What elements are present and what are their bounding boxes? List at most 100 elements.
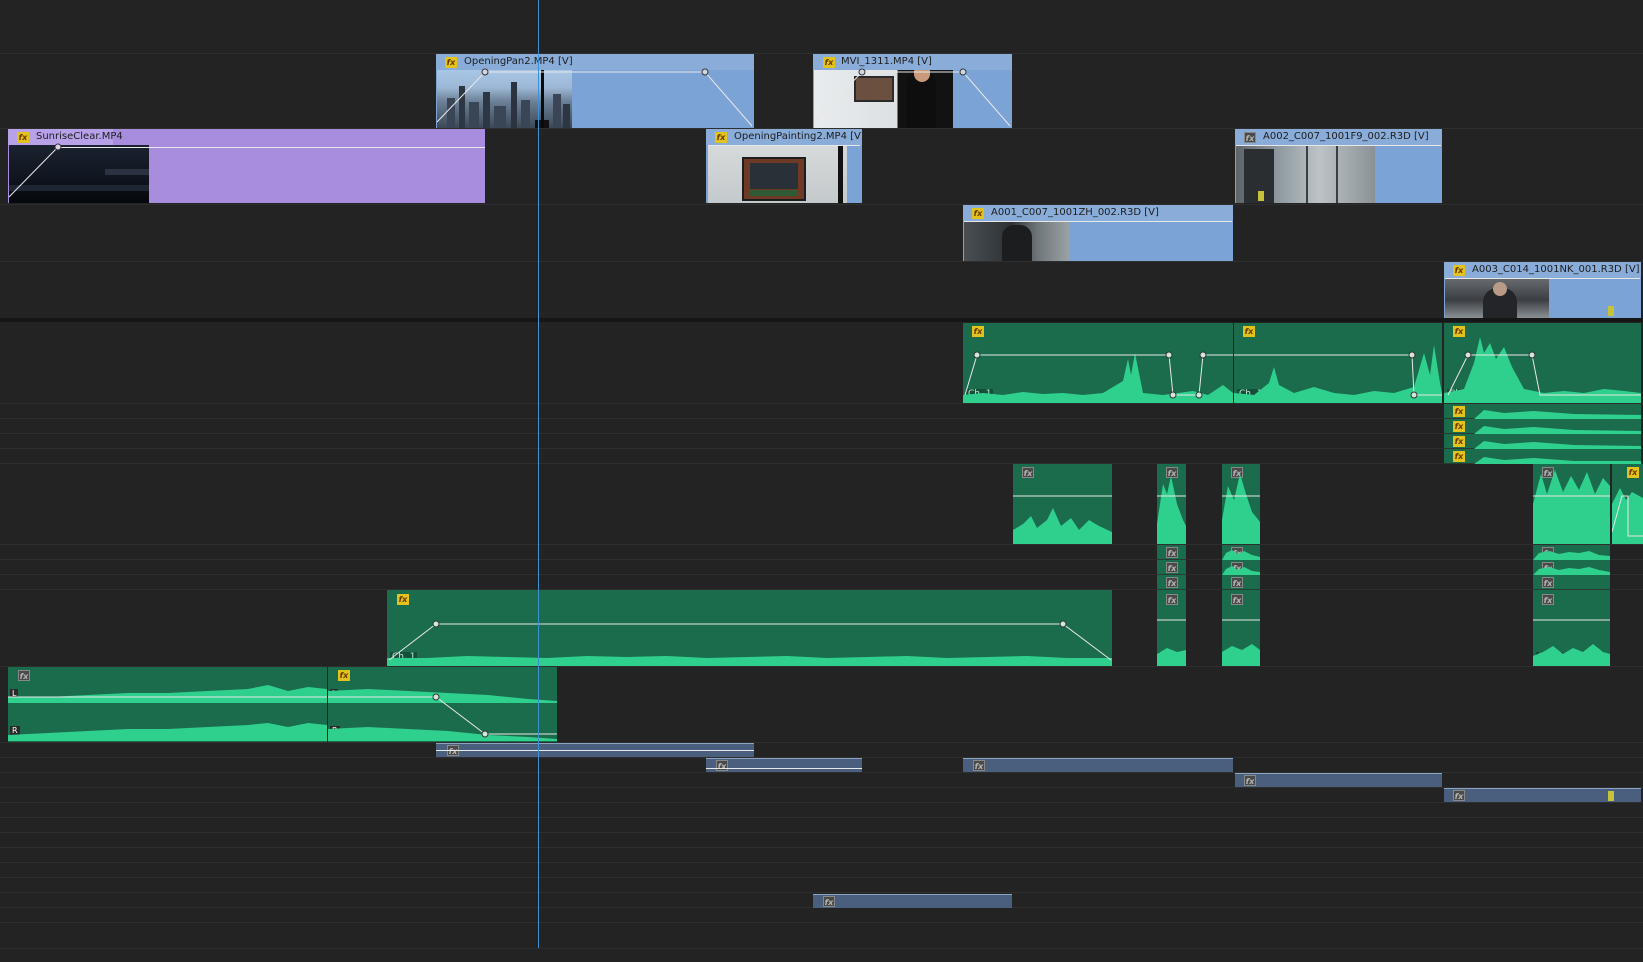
fx-badge-icon[interactable]: fx	[972, 326, 984, 337]
fx-badge-icon[interactable]: fx	[1542, 594, 1554, 605]
fx-badge-icon[interactable]: fx	[1166, 594, 1178, 605]
fx-badge-icon[interactable]: fx	[1453, 406, 1465, 417]
fx-badge-icon[interactable]: fx	[1453, 421, 1465, 432]
fx-badge-icon[interactable]: fx	[973, 760, 985, 771]
clip-thumbnail	[708, 145, 847, 203]
opacity-keyframe-line[interactable]	[1445, 278, 1640, 279]
fx-badge-icon[interactable]: fx	[823, 896, 835, 907]
fx-badge-icon[interactable]: fx	[1231, 594, 1243, 605]
audio-clip[interactable]: fx Ch. 1	[1533, 464, 1610, 544]
audio-subtrack[interactable]: fx	[1533, 545, 1610, 560]
audio-clip[interactable]: fx Ch. 1	[1013, 464, 1112, 544]
opacity-keyframe-line[interactable]	[58, 147, 485, 148]
fx-badge-icon[interactable]: fx	[1453, 451, 1465, 462]
audio-subtrack[interactable]: fx	[1533, 575, 1610, 590]
audio-clip[interactable]: fx Ch. 1	[1444, 323, 1641, 403]
fx-badge-icon[interactable]: fx	[1542, 467, 1554, 478]
fx-badge-icon[interactable]: fx	[1244, 775, 1256, 786]
sub-clip[interactable]: fx	[436, 743, 754, 757]
channel-label: Ch. 1	[1158, 530, 1186, 540]
fx-badge-icon[interactable]: fx	[338, 670, 350, 681]
sub-clip[interactable]: fx	[1444, 788, 1641, 802]
track-divider	[0, 948, 1643, 949]
clip-thumbnail	[814, 70, 953, 128]
video-clip-mvi-1311[interactable]: fx MVI_1311.MP4 [V]	[813, 54, 1012, 128]
fx-badge-icon[interactable]: fx	[715, 132, 727, 143]
audio-clip[interactable]: fx Ch. 1	[963, 323, 1233, 403]
audio-waveform	[328, 689, 557, 741]
track-divider	[0, 862, 1643, 863]
sub-clip[interactable]: fx	[813, 894, 1012, 908]
audio-waveform	[963, 351, 1233, 403]
fx-badge-icon[interactable]: fx	[1542, 562, 1554, 573]
sequence-timeline[interactable]: fx OpeningPan2.MP4 [V] fx MVI_1311.MP4 […	[0, 0, 1643, 962]
fx-badge-icon[interactable]: fx	[1231, 467, 1243, 478]
audio-subtrack[interactable]: fx	[1444, 449, 1641, 464]
audio-subtrack[interactable]: fx	[1222, 560, 1260, 575]
fx-badge-icon[interactable]: fx	[1166, 562, 1178, 573]
clip-name: OpeningPainting2.MP4 [V]	[734, 131, 862, 142]
fx-badge-icon[interactable]: fx	[972, 208, 984, 219]
video-clip-a003-c014[interactable]: fx A003_C014_1001NK_001.R3D [V]	[1444, 262, 1641, 318]
fx-badge-icon[interactable]: fx	[1453, 790, 1465, 801]
fx-badge-icon[interactable]: fx	[397, 594, 409, 605]
clip-thumbnail	[437, 70, 572, 128]
sub-clip[interactable]: fx	[706, 758, 862, 772]
audio-clip[interactable]: fx Ch. 1	[1234, 323, 1442, 403]
audio-clip[interactable]: fx Ch. 1	[1157, 464, 1186, 544]
video-clip-a002-c007[interactable]: fx A002_C007_1001F9_002.R3D [V]	[1235, 129, 1442, 203]
video-clip-a001-c007[interactable]: fx A001_C007_1001ZH_002.R3D [V]	[963, 205, 1233, 261]
video-clip-openingpainting2[interactable]: fx OpeningPainting2.MP4 [V]	[706, 129, 862, 203]
fx-badge-icon[interactable]: fx	[445, 57, 457, 68]
audio-subtrack[interactable]: fx	[1444, 434, 1641, 449]
fx-badge-icon[interactable]: fx	[1627, 467, 1639, 478]
audio-clip-stereo[interactable]: fx L R	[328, 667, 557, 742]
fx-badge-icon[interactable]: fx	[1453, 326, 1465, 337]
video-audio-separator	[0, 318, 1643, 322]
opacity-keyframe-line[interactable]	[964, 221, 1232, 222]
fx-badge-icon[interactable]: fx	[823, 57, 835, 68]
audio-clip[interactable]: fx Ch. 1	[387, 590, 1112, 666]
fx-badge-icon[interactable]: fx	[1022, 467, 1034, 478]
audio-subtrack[interactable]: fx	[1222, 575, 1260, 590]
fx-badge-icon[interactable]: fx	[1166, 467, 1178, 478]
clip-name: OpeningPan2.MP4 [V]	[464, 56, 573, 67]
audio-clip[interactable]: fx Ch. 5	[1533, 590, 1610, 666]
audio-subtrack[interactable]: fx	[1157, 545, 1186, 560]
fx-badge-icon[interactable]: fx	[716, 760, 728, 771]
channel-label: Ch. 1	[1237, 389, 1265, 399]
fx-badge-icon[interactable]: fx	[1453, 436, 1465, 447]
fx-badge-icon[interactable]: fx	[18, 670, 30, 681]
fx-badge-icon[interactable]: fx	[1231, 577, 1243, 588]
audio-clip[interactable]: fx Ch. 1	[1222, 464, 1260, 544]
fx-badge-icon[interactable]: fx	[1231, 562, 1243, 573]
video-clip-sunriseclear[interactable]: fx SunriseClear.MP4	[8, 129, 485, 203]
audio-subtrack[interactable]: fx	[1222, 545, 1260, 560]
audio-subtrack[interactable]: fx	[1444, 404, 1641, 419]
fx-badge-icon[interactable]: fx	[1453, 265, 1465, 276]
audio-subtrack[interactable]: fx	[1157, 575, 1186, 590]
sub-clip[interactable]: fx	[963, 758, 1233, 772]
audio-subtrack[interactable]: fx	[1157, 560, 1186, 575]
video-clip-openingpan2[interactable]: fx OpeningPan2.MP4 [V]	[436, 54, 754, 128]
fx-badge-icon[interactable]: fx	[1166, 547, 1178, 558]
fx-badge-icon[interactable]: fx	[1542, 547, 1554, 558]
audio-clip-stereo[interactable]: fx L R	[8, 667, 327, 742]
audio-clip[interactable]: fx	[1612, 464, 1643, 544]
audio-clip[interactable]: fx Ch. 5	[1222, 590, 1260, 666]
fx-badge-icon[interactable]: fx	[1542, 577, 1554, 588]
fx-badge-icon[interactable]: fx	[17, 132, 29, 143]
clip-thumbnail	[1445, 278, 1549, 318]
fx-badge-icon[interactable]: fx	[1243, 326, 1255, 337]
audio-subtrack[interactable]: fx	[1444, 419, 1641, 434]
audio-subtrack[interactable]: fx	[1533, 560, 1610, 575]
sub-clip[interactable]: fx	[1235, 773, 1442, 787]
opacity-keyframe-line[interactable]	[1236, 145, 1441, 146]
fx-badge-icon[interactable]: fx	[1244, 132, 1256, 143]
audio-clip[interactable]: fx Ch. 5	[1157, 590, 1186, 666]
opacity-keyframe-line[interactable]	[708, 145, 860, 146]
playhead[interactable]	[538, 0, 539, 948]
marker-icon	[1608, 791, 1614, 801]
fx-badge-icon[interactable]: fx	[1231, 547, 1243, 558]
fx-badge-icon[interactable]: fx	[1166, 577, 1178, 588]
